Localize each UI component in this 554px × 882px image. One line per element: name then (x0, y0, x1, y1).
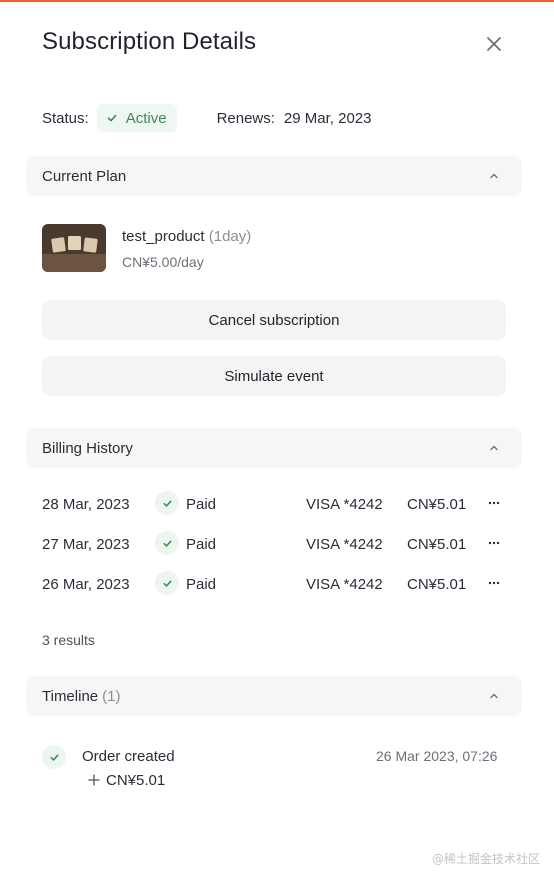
timeline-count: (1) (102, 687, 121, 705)
chevron-up-icon (490, 173, 498, 179)
billing-card: VISA *4242 (306, 496, 383, 513)
billing-status: Paid (186, 536, 217, 553)
more-options-icon[interactable] (486, 533, 502, 553)
product-name-line: test_product (1day) (122, 228, 251, 245)
timeline-title: Timeline (42, 687, 99, 705)
more-options-icon[interactable] (486, 573, 502, 593)
table-row[interactable]: 26 Mar, 2023 Paid VISA *4242 CN¥5.01 (42, 571, 506, 596)
chevron-up-icon (490, 693, 498, 699)
status-badge: Active (96, 104, 177, 132)
plus-icon (88, 774, 100, 786)
top-accent-bar (0, 0, 554, 2)
page-title: Subscription Details (42, 28, 257, 55)
billing-date: 26 Mar, 2023 (42, 576, 130, 593)
close-icon (487, 37, 501, 51)
billing-amount: CN¥5.01 (407, 496, 467, 513)
cancel-subscription-button[interactable]: Cancel subscription (42, 300, 506, 340)
billing-history-title: Billing History (42, 439, 133, 457)
renews-date: 29 Mar, 2023 (283, 109, 372, 127)
table-row[interactable]: 27 Mar, 2023 Paid VISA *4242 CN¥5.01 (42, 531, 506, 556)
paid-check-icon (155, 531, 179, 555)
timeline-check-icon (42, 745, 66, 769)
paid-check-icon (155, 491, 179, 515)
product-name: test_product (122, 228, 205, 245)
product-item: test_product (1day) CN¥5.00/day (42, 224, 251, 272)
more-options-icon[interactable] (486, 493, 502, 513)
results-count: 3 results (42, 632, 95, 648)
timeline-amount: CN¥5.01 (106, 772, 166, 789)
current-plan-title: Current Plan (42, 167, 127, 185)
close-button[interactable] (482, 32, 506, 56)
billing-date: 27 Mar, 2023 (42, 536, 130, 553)
renews-label: Renews: (216, 109, 275, 127)
simulate-event-button[interactable]: Simulate event (42, 356, 506, 396)
billing-card: VISA *4242 (306, 536, 383, 553)
billing-card: VISA *4242 (306, 576, 383, 593)
billing-date: 28 Mar, 2023 (42, 496, 130, 513)
status-label: Status: (42, 109, 89, 127)
product-thumbnail (42, 224, 106, 272)
current-plan-header[interactable]: Current Plan (26, 156, 522, 196)
product-price: CN¥5.00/day (122, 254, 204, 270)
timeline-timestamp: 26 Mar 2023, 07:26 (376, 748, 498, 764)
product-period: (1day) (208, 228, 252, 245)
table-row[interactable]: 28 Mar, 2023 Paid VISA *4242 CN¥5.01 (42, 491, 506, 516)
timeline-event: Order created (82, 748, 175, 765)
billing-history-header[interactable]: Billing History (26, 428, 522, 468)
chevron-up-icon (490, 445, 498, 451)
status-row: Status: Active Renews: 29 Mar, 2023 (42, 104, 371, 132)
billing-status: Paid (186, 496, 217, 513)
status-badge-label: Active (125, 109, 167, 127)
watermark: @稀土掘金技术社区 (432, 852, 541, 866)
billing-amount: CN¥5.01 (407, 536, 467, 553)
billing-amount: CN¥5.01 (407, 576, 467, 593)
paid-check-icon (155, 571, 179, 595)
billing-status: Paid (186, 576, 217, 593)
timeline-header[interactable]: Timeline (1) (26, 676, 522, 716)
check-icon (107, 114, 117, 122)
